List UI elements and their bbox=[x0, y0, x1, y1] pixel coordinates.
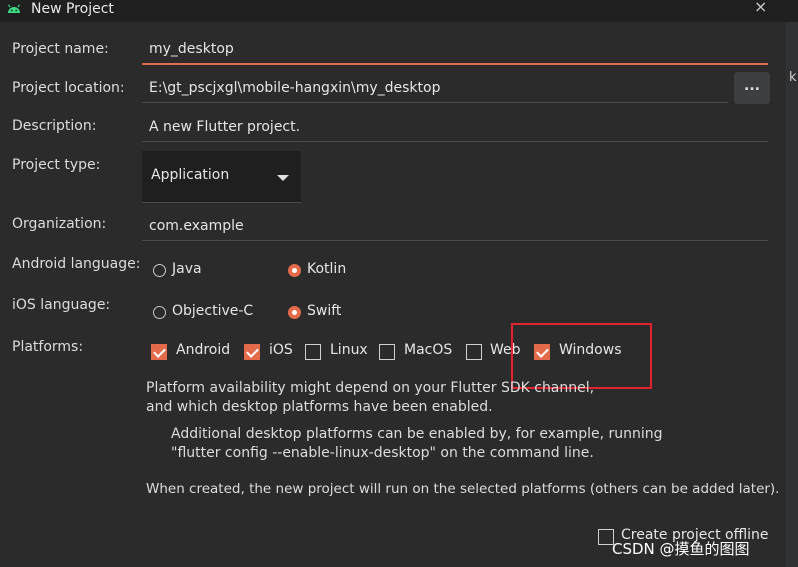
description-input[interactable]: A new Flutter project. bbox=[142, 111, 768, 142]
checkbox-ios-label[interactable]: iOS bbox=[269, 342, 293, 358]
project-type-label: Project type: bbox=[12, 157, 101, 173]
checkbox-linux[interactable] bbox=[305, 344, 321, 360]
radio-swift[interactable] bbox=[288, 306, 301, 319]
project-location-value: E:\gt_pscjxgl\mobile-hangxin\my_desktop bbox=[149, 80, 441, 96]
checkbox-macos-label[interactable]: MacOS bbox=[404, 342, 452, 358]
checkbox-macos[interactable] bbox=[379, 344, 395, 360]
android-icon bbox=[8, 4, 20, 13]
checkbox-android[interactable] bbox=[151, 344, 167, 360]
radio-objective-c-label[interactable]: Objective-C bbox=[172, 303, 253, 319]
checkbox-android-label[interactable]: Android bbox=[176, 342, 230, 358]
platforms-label: Platforms: bbox=[12, 339, 84, 355]
checkbox-linux-label[interactable]: Linux bbox=[330, 342, 368, 358]
background-window-edge bbox=[786, 22, 798, 567]
project-type-value: Application bbox=[151, 167, 230, 183]
info-text-line: and which desktop platforms have been en… bbox=[146, 399, 493, 415]
checkbox-web[interactable] bbox=[466, 344, 482, 360]
project-type-dropdown[interactable]: Application bbox=[142, 151, 301, 203]
radio-java[interactable] bbox=[153, 264, 166, 277]
radio-swift-label[interactable]: Swift bbox=[307, 303, 341, 319]
project-name-input[interactable]: my_desktop bbox=[142, 33, 768, 65]
radio-kotlin[interactable] bbox=[288, 264, 301, 277]
description-label: Description: bbox=[12, 118, 97, 134]
window-title: New Project bbox=[31, 1, 114, 17]
radio-java-label[interactable]: Java bbox=[172, 261, 202, 277]
organization-label: Organization: bbox=[12, 216, 107, 232]
project-name-value: my_desktop bbox=[149, 41, 234, 57]
close-icon[interactable]: × bbox=[754, 0, 767, 16]
project-location-input[interactable]: E:\gt_pscjxgl\mobile-hangxin\my_desktop bbox=[142, 72, 728, 103]
description-value: A new Flutter project. bbox=[149, 119, 301, 135]
ios-language-label: iOS language: bbox=[12, 297, 111, 313]
organization-value: com.example bbox=[149, 218, 244, 234]
organization-input[interactable]: com.example bbox=[142, 210, 768, 241]
info-text-line: When created, the new project will run o… bbox=[146, 481, 780, 497]
watermark: CSDN @摸鱼的图图 bbox=[612, 540, 750, 558]
title-bar: New Project × bbox=[0, 0, 798, 22]
info-text-line: Platform availability might depend on yo… bbox=[146, 380, 595, 396]
project-name-label: Project name: bbox=[12, 41, 109, 57]
project-location-label: Project location: bbox=[12, 80, 125, 96]
info-text-line: "flutter config --enable-linux-desktop" … bbox=[171, 445, 594, 461]
background-window-text: k bbox=[789, 70, 797, 85]
chevron-down-icon bbox=[277, 175, 289, 181]
checkbox-ios[interactable] bbox=[244, 344, 260, 360]
browse-button[interactable]: ... bbox=[734, 72, 770, 104]
info-text-line: Additional desktop platforms can be enab… bbox=[171, 426, 663, 442]
android-language-label: Android language: bbox=[12, 256, 141, 272]
radio-kotlin-label[interactable]: Kotlin bbox=[307, 261, 346, 277]
radio-objective-c[interactable] bbox=[153, 306, 166, 319]
